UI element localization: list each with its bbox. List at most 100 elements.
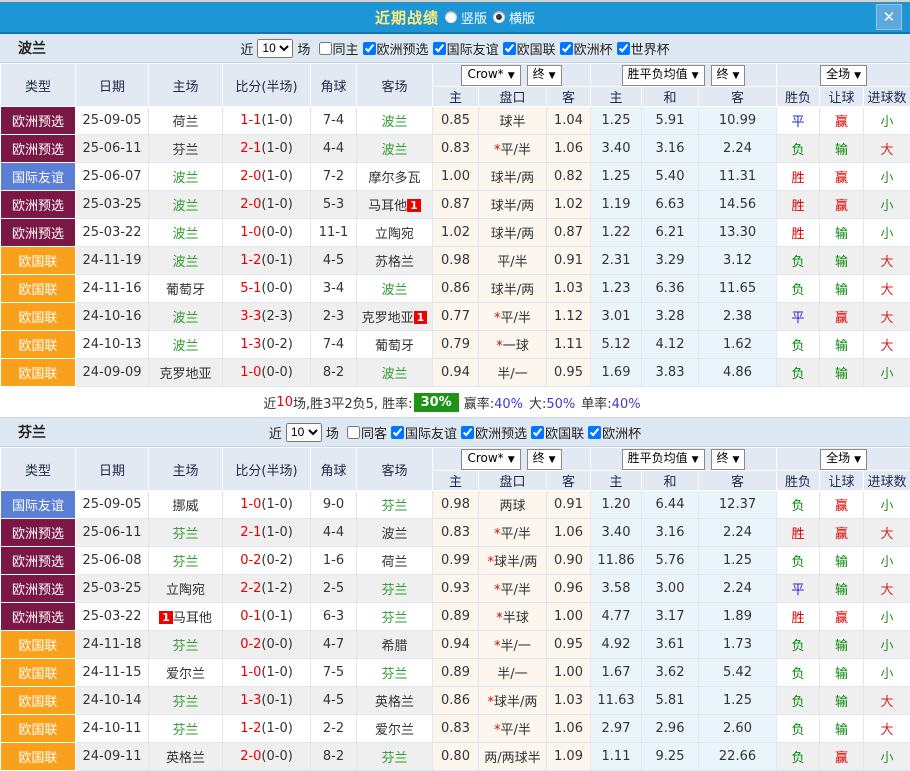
red-card-badge: 1 — [407, 199, 421, 212]
odds-away: 0.91 — [547, 247, 591, 275]
corners-cell: 2-5 — [311, 575, 357, 603]
layout-option-horizontal[interactable]: 横版 — [493, 8, 535, 27]
handicap-outcome-cell: 赢 — [820, 491, 864, 519]
outcome-cell: 胜 — [777, 519, 820, 547]
handicap-outcome-cell: 赢 — [820, 107, 864, 135]
scope-dropdown[interactable]: 全场▼ — [820, 449, 867, 470]
fulltime-score: 2-0 — [240, 197, 261, 212]
mean-final-dropdown[interactable]: 终▼ — [711, 449, 746, 470]
handicap-cell: *一球 — [479, 331, 547, 359]
same-venue-input[interactable] — [319, 42, 332, 55]
odds-final-dropdown[interactable]: 终▼ — [527, 449, 562, 470]
competition-input[interactable] — [433, 42, 446, 55]
outcome-cell: 负 — [777, 491, 820, 519]
handicap-name: 球半/两 — [491, 227, 534, 242]
corners-cell: 8-2 — [311, 359, 357, 387]
layout-option-vertical[interactable]: 竖版 — [445, 8, 487, 27]
odds-final-dropdown-label: 终 — [533, 451, 545, 465]
competition-checkbox-欧洲杯[interactable]: 欧洲杯 — [560, 39, 613, 58]
home-team: 克罗地亚 — [149, 359, 223, 387]
avg-win: 3.40 — [591, 519, 642, 547]
table-row: 欧洲预选25-06-11芬兰2-1(1-0)4-4波兰0.83*平/半1.063… — [1, 519, 910, 547]
scope-dropdown-cell: 全场▼ — [777, 64, 910, 87]
competition-checkbox-欧国联[interactable]: 欧国联 — [503, 39, 556, 58]
competition-input[interactable] — [588, 426, 601, 439]
avg-win: 3.40 — [591, 135, 642, 163]
mean-dropdown[interactable]: 胜平负均值▼ — [622, 449, 705, 470]
match-type-badge: 欧洲预选 — [1, 603, 76, 631]
same-venue-input[interactable] — [347, 426, 360, 439]
radio-vertical-icon[interactable] — [445, 11, 457, 23]
competition-checkbox-国际友谊[interactable]: 国际友谊 — [391, 423, 457, 442]
scope-dropdown[interactable]: 全场▼ — [820, 65, 867, 86]
handicap-cell: *半/一 — [479, 631, 547, 659]
avg-draw: 3.61 — [642, 631, 699, 659]
corners-cell: 7-4 — [311, 107, 357, 135]
match-filters: 近10场 同客国际友谊欧洲预选欧国联欧洲杯 — [269, 423, 641, 442]
competition-checkbox-欧国联[interactable]: 欧国联 — [531, 423, 584, 442]
avg-lose: 10.99 — [699, 107, 777, 135]
avg-lose: 2.24 — [699, 575, 777, 603]
corners-cell: 6-3 — [311, 603, 357, 631]
home-team-name: 马耳他 — [173, 611, 212, 626]
radio-horizontal-icon[interactable] — [493, 11, 505, 23]
odds-home: 0.83 — [433, 519, 479, 547]
competition-checkbox-世界杯[interactable]: 世界杯 — [617, 39, 670, 58]
corners-cell: 4-5 — [311, 687, 357, 715]
results-table: 类型日期主场比分(半场)角球客场Crow*▼终▼胜平负均值▼终▼全场▼主盘口客主… — [0, 63, 910, 387]
odds-company-dropdown[interactable]: Crow*▼ — [461, 449, 520, 470]
competition-input[interactable] — [461, 426, 474, 439]
score-cell: 2-0(1-0) — [223, 191, 311, 219]
outcome-cell: 负 — [777, 631, 820, 659]
avg-lose: 1.25 — [699, 547, 777, 575]
competition-checkbox-国际友谊[interactable]: 国际友谊 — [433, 39, 499, 58]
avg-win: 1.22 — [591, 219, 642, 247]
handicap-cell: 半/一 — [479, 359, 547, 387]
close-icon[interactable]: ✕ — [876, 4, 902, 30]
odds-away: 1.12 — [547, 303, 591, 331]
score-cell: 0-2(0-0) — [223, 631, 311, 659]
scope-dropdown-label: 全场 — [826, 67, 850, 81]
table-row: 欧国联24-10-13波兰1-3(0-2)7-4葡萄牙0.79*一球1.115.… — [1, 331, 910, 359]
competition-input[interactable] — [363, 42, 376, 55]
competition-input[interactable] — [531, 426, 544, 439]
summary-stat: 单率:40% — [581, 393, 640, 412]
mean-final-dropdown[interactable]: 终▼ — [711, 65, 746, 86]
handicap-outcome-cell: 赢 — [820, 603, 864, 631]
header-主场: 主场 — [149, 64, 223, 107]
match-date: 24-10-14 — [76, 687, 149, 715]
competition-checkbox-欧洲预选[interactable]: 欧洲预选 — [461, 423, 527, 442]
subheader-进球数: 进球数 — [864, 471, 910, 491]
same-venue-checkbox[interactable]: 同主 — [319, 39, 359, 58]
same-venue-checkbox[interactable]: 同客 — [347, 423, 387, 442]
handicap-name: 两球 — [499, 499, 525, 514]
odds-away: 0.87 — [547, 219, 591, 247]
odds-home: 0.83 — [433, 715, 479, 743]
halftime-score: (1-0) — [261, 141, 292, 156]
goals-outcome-cell: 小 — [864, 163, 910, 191]
competition-input[interactable] — [560, 42, 573, 55]
section-芬兰: 芬兰近10场 同客国际友谊欧洲预选欧国联欧洲杯类型日期主场比分(半场)角球客场C… — [0, 418, 910, 771]
odds-company-dropdown[interactable]: Crow*▼ — [461, 65, 520, 86]
subheader-主: 主 — [591, 87, 642, 107]
avg-win: 1.20 — [591, 491, 642, 519]
score-cell: 2-1(1-0) — [223, 519, 311, 547]
competition-checkbox-欧洲预选[interactable]: 欧洲预选 — [363, 39, 429, 58]
competition-input[interactable] — [391, 426, 404, 439]
recent-count-select[interactable]: 10 — [257, 39, 293, 58]
competition-input[interactable] — [617, 42, 630, 55]
goals-outcome-cell: 大 — [864, 275, 910, 303]
odds-away: 0.95 — [547, 631, 591, 659]
odds-home: 0.89 — [433, 603, 479, 631]
goals-outcome-cell: 小 — [864, 659, 910, 687]
competition-checkbox-欧洲杯[interactable]: 欧洲杯 — [588, 423, 641, 442]
recent-count-select[interactable]: 10 — [286, 423, 322, 442]
match-date: 25-06-08 — [76, 547, 149, 575]
competition-input[interactable] — [503, 42, 516, 55]
odds-final-dropdown[interactable]: 终▼ — [527, 65, 562, 86]
odds-dropdown-cell: Crow*▼ 终▼ — [433, 448, 591, 471]
fulltime-score: 2-1 — [240, 141, 261, 156]
mean-dropdown[interactable]: 胜平负均值▼ — [622, 65, 705, 86]
odds-away: 1.00 — [547, 603, 591, 631]
home-team-name: 波兰 — [172, 255, 198, 270]
